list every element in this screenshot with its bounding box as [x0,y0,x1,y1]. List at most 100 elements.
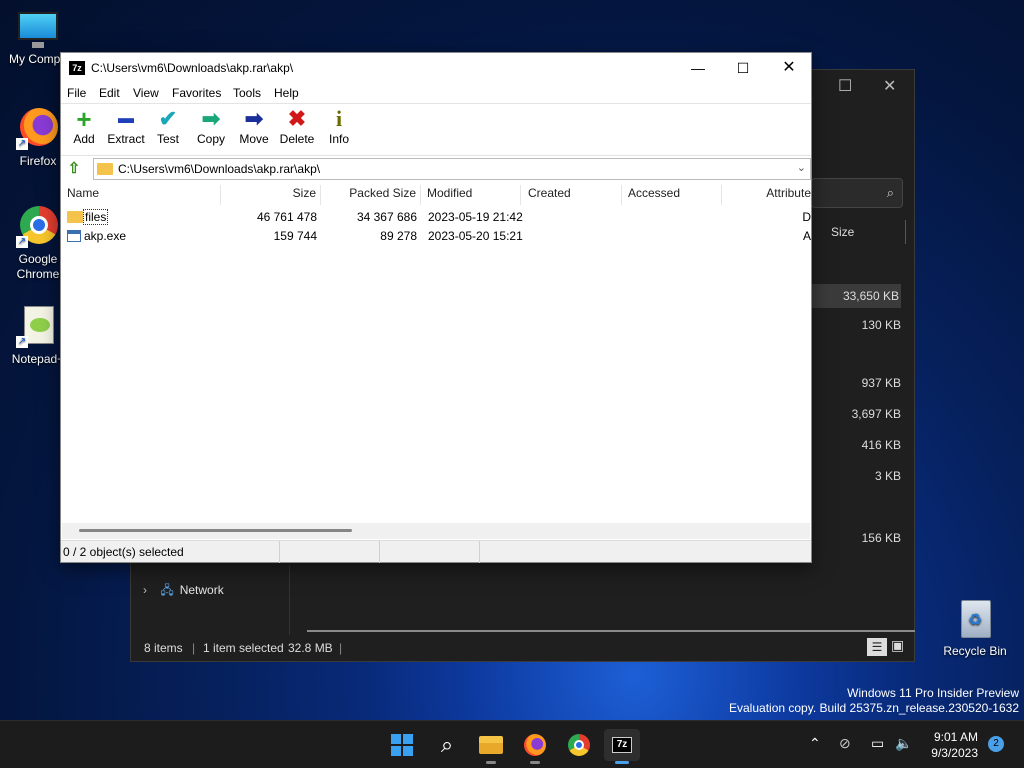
active-indicator [615,761,629,764]
taskbar-file-explorer[interactable] [473,729,509,764]
taskbar-search-button[interactable]: ⌕ [429,729,465,761]
close-button[interactable]: ✕ [766,53,812,83]
address-text: C:\Users\vm6\Downloads\akp.rar\akp\ [118,162,321,176]
size-cell: 130 KB [861,318,901,332]
chevron-right-icon[interactable]: › [143,583,157,597]
maximize-button[interactable]: ☐ [720,53,766,83]
search-icon: ⌕ [886,185,894,200]
shortcut-arrow-icon: ↗ [16,138,28,150]
start-button[interactable] [384,729,420,761]
folder-icon [67,211,83,223]
file-modified: 2023-05-20 15:21 [428,229,523,243]
column-header-name[interactable]: Name [61,185,221,205]
chevron-up-icon[interactable]: ⌃ [809,735,821,752]
move-button[interactable]: ➡ Move [231,106,277,146]
watermark-line: Windows 11 Pro Insider Preview [847,686,1019,700]
status-separator: | [192,641,196,655]
nav-item-network[interactable]: › 🖧 Network [143,581,224,602]
delete-button[interactable]: ✖ Delete [274,106,320,146]
horizontal-scrollbar[interactable] [62,523,810,539]
minimize-button[interactable]: — [675,53,721,83]
maximize-button[interactable]: ☐ [838,76,852,96]
status-separator: | [339,641,343,655]
close-button[interactable]: ✕ [883,76,896,96]
column-header-size[interactable]: Size [221,185,321,205]
menu-tools[interactable]: Tools [233,86,261,100]
title-bar[interactable]: 7z C:\Users\vm6\Downloads\akp.rar\akp\ —… [61,53,811,83]
clock[interactable]: 9:01 AM 9/3/2023 [912,729,978,761]
notepad-plus-plus-icon: ↗ [16,304,60,348]
column-header-accessed[interactable]: Accessed [622,185,722,205]
extract-label: Extract [107,132,145,146]
file-name: akp.exe [84,229,127,243]
scrollbar-thumb[interactable] [79,529,352,532]
column-header-size[interactable]: Size [831,225,854,239]
evaluation-watermark: Windows 11 Pro Insider Preview Evaluatio… [729,686,1019,716]
column-header-attributes[interactable]: Attribute [722,185,811,205]
notification-badge[interactable]: 2 [988,736,1004,752]
chevron-down-icon[interactable]: ⌄ [797,161,806,174]
up-folder-button[interactable]: ⇧ [65,160,83,178]
column-header-created[interactable]: Created [522,185,622,205]
move-icon: ➡ [244,106,264,131]
volume-icon[interactable]: 🔈 [895,735,912,752]
desktop-icon-label: Recycle Bin [943,644,1007,658]
monitor-icon[interactable]: ▭ [871,735,884,752]
toolbar: + Add ▬ Extract ✔ Test ➡ Copy ➡ Move ✖ D… [61,103,811,155]
column-header-packed-size[interactable]: Packed Size [321,185,421,205]
taskbar-chrome[interactable] [561,729,597,761]
details-view-button[interactable]: ☰ [867,638,887,656]
menu-bar: File Edit View Favorites Tools Help [61,83,811,103]
address-field[interactable]: C:\Users\vm6\Downloads\akp.rar\akp\ ⌄ [93,158,811,180]
taskbar-firefox[interactable] [517,729,553,764]
start-icon [391,734,413,756]
file-packed-size: 34 367 686 [356,210,417,224]
nav-item-label: Network [179,583,224,597]
large-icons-view-button[interactable]: ▣ [891,637,904,654]
delete-label: Delete [279,132,315,146]
info-label: Info [328,132,349,146]
menu-view[interactable]: View [133,86,159,100]
test-label: Test [156,132,179,146]
watermark-line: Evaluation copy. Build 25375.zn_release.… [729,701,1019,715]
menu-edit[interactable]: Edit [99,86,120,100]
menu-favorites[interactable]: Favorites [172,86,221,100]
exe-file-icon [67,230,81,242]
menu-help[interactable]: Help [274,86,299,100]
network-offline-icon[interactable]: ⊘ [839,735,851,752]
size-cell: 3,697 KB [851,407,901,421]
table-row[interactable]: akp.exe 159 744 89 278 2023-05-20 15:21 … [61,227,811,246]
file-attributes: A [802,229,811,243]
chrome-icon: ↗ [16,204,60,248]
7zip-window[interactable]: 7z C:\Users\vm6\Downloads\akp.rar\akp\ —… [60,52,812,563]
file-size: 46 761 478 [256,210,317,224]
file-size: 159 744 [273,229,317,243]
window-title: C:\Users\vm6\Downloads\akp.rar\akp\ [91,61,294,75]
file-modified: 2023-05-19 21:42 [428,210,523,224]
shortcut-arrow-icon: ↗ [16,236,28,248]
search-box[interactable]: ⌕ [811,178,903,208]
running-indicator [486,761,496,764]
taskbar-7zip[interactable]: 7z [604,729,640,764]
test-button[interactable]: ✔ Test [145,106,191,146]
file-list[interactable]: Name Size Packed Size Modified Created A… [61,181,811,541]
nav-pane-divider [289,565,290,635]
firefox-icon [524,734,546,756]
status-bar: 0 / 2 object(s) selected [61,540,811,563]
table-row[interactable]: files 46 761 478 34 367 686 2023-05-19 2… [61,208,811,227]
clock-time: 9:01 AM [933,730,978,744]
extract-button[interactable]: ▬ Extract [101,106,151,146]
status-segment [380,541,480,563]
size-cell: 156 KB [861,531,901,545]
file-packed-size: 89 278 [380,229,417,243]
info-button[interactable]: i Info [316,106,362,146]
horizontal-scrollbar[interactable] [307,630,915,632]
menu-file[interactable]: File [67,86,86,100]
running-indicator [530,761,540,764]
move-label: Move [239,132,269,146]
column-header-modified[interactable]: Modified [421,185,521,205]
status-segment [280,541,380,563]
desktop-icon-recycle-bin[interactable]: ♻ Recycle Bin [936,596,1014,658]
copy-button[interactable]: ➡ Copy [188,106,234,146]
selection-size: 32.8 MB [288,641,333,655]
